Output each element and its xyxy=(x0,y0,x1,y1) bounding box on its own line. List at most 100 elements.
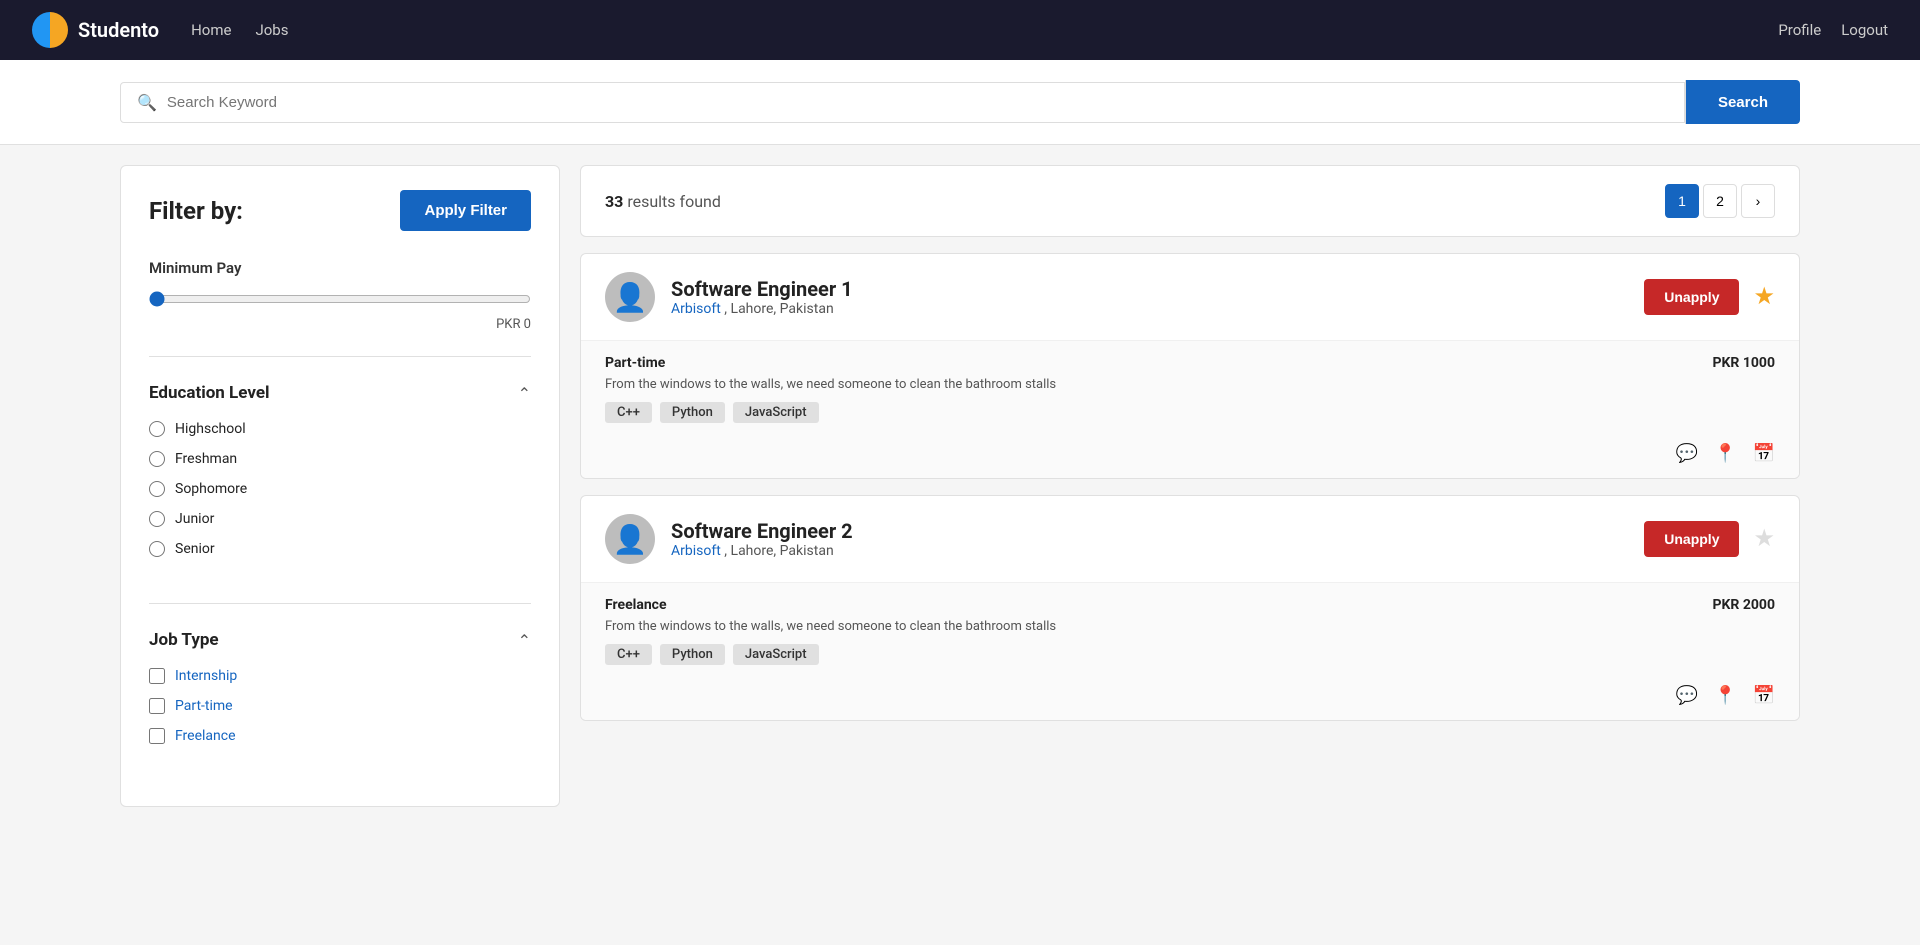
job-2-location: , Lahore, Pakistan xyxy=(724,543,833,559)
education-radio-junior[interactable] xyxy=(149,511,165,527)
job-2-bookmark-button[interactable]: ★ xyxy=(1753,527,1775,551)
nav-right: Profile Logout xyxy=(1778,21,1888,39)
pay-slider[interactable] xyxy=(149,291,531,307)
logo-icon xyxy=(32,12,68,48)
job-2-tags: C++ Python JavaScript xyxy=(605,644,1775,665)
jobtype-options: Internship Part-time Freelance xyxy=(149,660,531,774)
job-2-avatar-icon: 👤 xyxy=(613,523,648,556)
nav-home[interactable]: Home xyxy=(191,21,231,39)
page-btn-1[interactable]: 1 xyxy=(1665,184,1699,218)
job-2-location-icon[interactable]: 📍 xyxy=(1714,685,1736,706)
job-1-bookmark-button[interactable]: ★ xyxy=(1753,285,1775,309)
jobtype-label-freelance: Freelance xyxy=(175,728,236,744)
job-2-pay: PKR 2000 xyxy=(1712,597,1775,613)
education-accordion-header[interactable]: Education Level ⌃ xyxy=(149,373,531,413)
job-1-tag-2: JavaScript xyxy=(733,402,819,423)
jobtype-label-internship: Internship xyxy=(175,668,237,684)
job-2-title: Software Engineer 2 xyxy=(671,519,1628,543)
results-header: 33 results found 1 2 › xyxy=(580,165,1800,237)
pay-slider-row xyxy=(149,291,531,311)
job-2-actions: Unapply ★ xyxy=(1644,521,1775,557)
job-1-desc-row: Part-time From the windows to the walls,… xyxy=(605,355,1775,402)
job-1-tag-1: Python xyxy=(660,402,725,423)
page-btn-2[interactable]: 2 xyxy=(1703,184,1737,218)
education-option-junior[interactable]: Junior xyxy=(149,511,531,527)
job-1-unapply-button[interactable]: Unapply xyxy=(1644,279,1739,315)
jobtype-checkbox-internship[interactable] xyxy=(149,668,165,684)
page-next-btn[interactable]: › xyxy=(1741,184,1775,218)
education-option-senior[interactable]: Senior xyxy=(149,541,531,557)
nav-links: Home Jobs xyxy=(191,21,1778,39)
search-icon: 🔍 xyxy=(137,93,157,112)
job-1-company-link[interactable]: Arbisoft xyxy=(671,301,721,317)
education-radio-freshman[interactable] xyxy=(149,451,165,467)
job-1-pay: PKR 1000 xyxy=(1712,355,1775,371)
job-1-company: Arbisoft , Lahore, Pakistan xyxy=(671,301,1628,317)
job-1-avatar-icon: 👤 xyxy=(613,281,648,314)
education-radio-highschool[interactable] xyxy=(149,421,165,437)
apply-filter-button[interactable]: Apply Filter xyxy=(400,190,531,231)
job-1-type: Part-time xyxy=(605,355,1056,371)
sidebar: Filter by: Apply Filter Minimum Pay PKR … xyxy=(120,165,560,807)
pagination: 1 2 › xyxy=(1665,184,1775,218)
nav-profile[interactable]: Profile xyxy=(1778,21,1821,39)
job-2-meta-icons: 💬 📍 📅 xyxy=(605,677,1775,710)
job-2-unapply-button[interactable]: Unapply xyxy=(1644,521,1739,557)
job-2-chat-icon[interactable]: 💬 xyxy=(1676,685,1698,706)
education-option-highschool[interactable]: Highschool xyxy=(149,421,531,437)
nav-jobs[interactable]: Jobs xyxy=(255,21,288,39)
job-1-info: Software Engineer 1 Arbisoft , Lahore, P… xyxy=(671,277,1628,317)
job-2-tag-1: Python xyxy=(660,644,725,665)
search-button[interactable]: Search xyxy=(1686,80,1800,124)
jobtype-title: Job Type xyxy=(149,630,219,650)
job-1-body: Part-time From the windows to the walls,… xyxy=(581,341,1799,478)
content-area: 33 results found 1 2 › 👤 Software Engine… xyxy=(580,165,1800,807)
job-2-desc-row: Freelance From the windows to the walls,… xyxy=(605,597,1775,644)
filter-header: Filter by: Apply Filter xyxy=(149,190,531,231)
job-1-location: , Lahore, Pakistan xyxy=(724,301,833,317)
job-2-body: Freelance From the windows to the walls,… xyxy=(581,583,1799,720)
job-2-company: Arbisoft , Lahore, Pakistan xyxy=(671,543,1628,559)
jobtype-chevron-icon: ⌃ xyxy=(518,631,531,650)
pay-value-display: PKR 0 xyxy=(149,317,531,332)
education-option-sophomore[interactable]: Sophomore xyxy=(149,481,531,497)
education-option-freshman[interactable]: Freshman xyxy=(149,451,531,467)
education-radio-sophomore[interactable] xyxy=(149,481,165,497)
jobtype-accordion-header[interactable]: Job Type ⌃ xyxy=(149,620,531,660)
job-2-calendar-icon[interactable]: 📅 xyxy=(1753,685,1775,706)
job-2-info: Software Engineer 2 Arbisoft , Lahore, P… xyxy=(671,519,1628,559)
search-input-wrapper: 🔍 xyxy=(120,82,1685,123)
job-2-company-link[interactable]: Arbisoft xyxy=(671,543,721,559)
results-count-number: 33 xyxy=(605,192,623,211)
job-1-desc-left: Part-time From the windows to the walls,… xyxy=(605,355,1056,402)
jobtype-accordion: Job Type ⌃ Internship Part-time Freelanc… xyxy=(149,620,531,774)
education-label-senior: Senior xyxy=(175,541,215,557)
education-label-junior: Junior xyxy=(175,511,214,527)
min-pay-section: Minimum Pay PKR 0 xyxy=(149,259,531,332)
job-2-avatar: 👤 xyxy=(605,514,655,564)
education-options: Highschool Freshman Sophomore Junior Sen… xyxy=(149,413,531,587)
search-input[interactable] xyxy=(167,94,1668,111)
job-card-1-top: 👤 Software Engineer 1 Arbisoft , Lahore,… xyxy=(581,254,1799,341)
job-2-type: Freelance xyxy=(605,597,1056,613)
job-1-chat-icon[interactable]: 💬 xyxy=(1676,443,1698,464)
search-bar-section: 🔍 Search xyxy=(0,60,1920,145)
education-radio-senior[interactable] xyxy=(149,541,165,557)
education-label-highschool: Highschool xyxy=(175,421,246,437)
brand: Studento xyxy=(32,12,159,48)
education-accordion: Education Level ⌃ Highschool Freshman So… xyxy=(149,373,531,587)
job-1-location-icon[interactable]: 📍 xyxy=(1714,443,1736,464)
jobtype-option-freelance[interactable]: Freelance xyxy=(149,728,531,744)
job-1-calendar-icon[interactable]: 📅 xyxy=(1753,443,1775,464)
jobtype-option-parttime[interactable]: Part-time xyxy=(149,698,531,714)
nav-logout[interactable]: Logout xyxy=(1841,21,1888,39)
filter-title: Filter by: xyxy=(149,197,243,225)
education-chevron-icon: ⌃ xyxy=(518,384,531,403)
divider-1 xyxy=(149,356,531,357)
jobtype-option-internship[interactable]: Internship xyxy=(149,668,531,684)
education-title: Education Level xyxy=(149,383,270,403)
job-1-tag-0: C++ xyxy=(605,402,652,423)
job-card-2-top: 👤 Software Engineer 2 Arbisoft , Lahore,… xyxy=(581,496,1799,583)
jobtype-checkbox-freelance[interactable] xyxy=(149,728,165,744)
jobtype-checkbox-parttime[interactable] xyxy=(149,698,165,714)
